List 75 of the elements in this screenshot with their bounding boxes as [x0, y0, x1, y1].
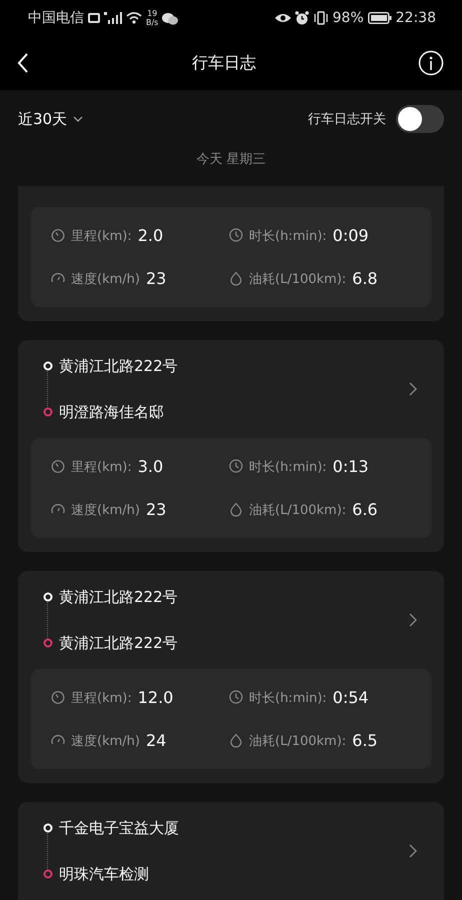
start-address: 千金电子宝益大厦	[59, 818, 179, 838]
end-address: 明珠汽车检测	[59, 864, 149, 884]
stat-value: 24	[146, 731, 166, 750]
stat-value: 2.0	[138, 226, 164, 245]
clock-time: 22:38	[396, 10, 436, 26]
stat-label: 里程(km):	[71, 228, 132, 244]
network-speed: 19	[147, 9, 158, 18]
stat-value: 6.6	[352, 500, 378, 519]
trip-card[interactable]: 千金电子宝益大厦 明珠汽车检测	[18, 802, 444, 900]
timer-icon	[51, 690, 65, 705]
stat-value: 23	[146, 269, 166, 288]
stat-value: 0:13	[332, 457, 369, 476]
trip-card[interactable]: 黄浦江北路222号 明澄路海佳名邸 里程(km): 3.0 时长(h:min): 0:13 速度(km/h) 23 油耗(L/100km): 6.6	[18, 340, 444, 552]
speed-unit: B/s	[146, 18, 158, 27]
info-icon[interactable]	[418, 50, 444, 76]
period-dropdown[interactable]: 近30天	[18, 110, 84, 128]
stat-value: 3.0	[138, 457, 164, 476]
trip-card[interactable]: 黄浦江北路222号 黄浦江北路222号 里程(km): 12.0 时长(h:min): 0:54 速度(km/h) 24 油耗(L/100km): 6.5	[18, 571, 444, 783]
stat-value: 0:54	[332, 688, 369, 707]
clock-icon	[229, 228, 243, 243]
stat-value: 23	[146, 500, 166, 519]
chevron-right-icon	[409, 613, 417, 627]
battery-icon	[368, 12, 392, 24]
clock-icon	[229, 459, 243, 474]
end-dot-icon	[43, 869, 53, 879]
end-address: 明澄路海佳名邸	[59, 402, 164, 422]
route-line	[47, 370, 48, 408]
end-dot-icon	[43, 638, 53, 648]
stat-label: 里程(km):	[71, 690, 132, 706]
toggle-switch[interactable]	[396, 105, 444, 133]
chevron-right-icon	[409, 382, 417, 396]
back-icon[interactable]	[16, 52, 30, 74]
drop-icon	[229, 271, 243, 286]
start-dot-icon	[43, 823, 53, 833]
start-address: 黄浦江北路222号	[59, 356, 178, 376]
clock-icon	[229, 690, 243, 705]
eye-icon	[274, 13, 291, 23]
wifi-icon	[126, 12, 142, 24]
chat-bubbles-icon	[162, 12, 178, 24]
drop-icon	[229, 733, 243, 748]
stat-label: 油耗(L/100km):	[249, 502, 346, 518]
vibrate-icon	[312, 11, 329, 25]
route-line	[47, 832, 48, 870]
stat-label: 里程(km):	[71, 458, 132, 476]
timer-icon	[51, 459, 65, 474]
start-dot-icon	[43, 361, 53, 371]
date-label: 今天 星期三	[195, 151, 267, 169]
trip-card[interactable]: 里程(km): 2.0 时长(h:min): 0:09 速度(km/h) 23 油耗(L/100km): 6.8	[18, 186, 444, 321]
stat-value: 6.5	[352, 731, 378, 750]
end-dot-icon	[43, 407, 53, 417]
chevron-right-icon	[409, 844, 417, 858]
route-line	[47, 601, 48, 639]
stat-label: 时长(h:min):	[249, 690, 327, 706]
stat-label: 时长(h:min):	[249, 458, 327, 476]
stat-label: 油耗(L/100km):	[249, 732, 346, 750]
alarm-icon	[294, 11, 309, 25]
stat-value: 6.8	[352, 269, 378, 288]
drop-icon	[229, 502, 243, 517]
stat-value: 0:09	[332, 226, 369, 245]
timer-icon	[51, 228, 65, 243]
stat-label: 油耗(L/100km):	[249, 270, 346, 288]
page-title: 行车日志	[192, 52, 256, 74]
stat-label: 时长(h:min):	[249, 228, 327, 244]
start-dot-icon	[43, 592, 53, 602]
stat-label: 速度(km/h)	[71, 270, 140, 288]
start-address: 黄浦江北路222号	[59, 588, 178, 606]
battery-level: 98%	[332, 10, 364, 26]
stat-label: 速度(km/h)	[71, 502, 140, 518]
stat-value: 12.0	[138, 688, 174, 707]
stat-label: 速度(km/h)	[71, 732, 140, 750]
signal-icon	[104, 12, 122, 24]
carrier-name: 中国电信	[28, 9, 84, 27]
switch-label: 行车日志开关	[308, 111, 386, 128]
end-address: 黄浦江北路222号	[59, 634, 178, 652]
chevron-down-icon	[73, 116, 84, 122]
